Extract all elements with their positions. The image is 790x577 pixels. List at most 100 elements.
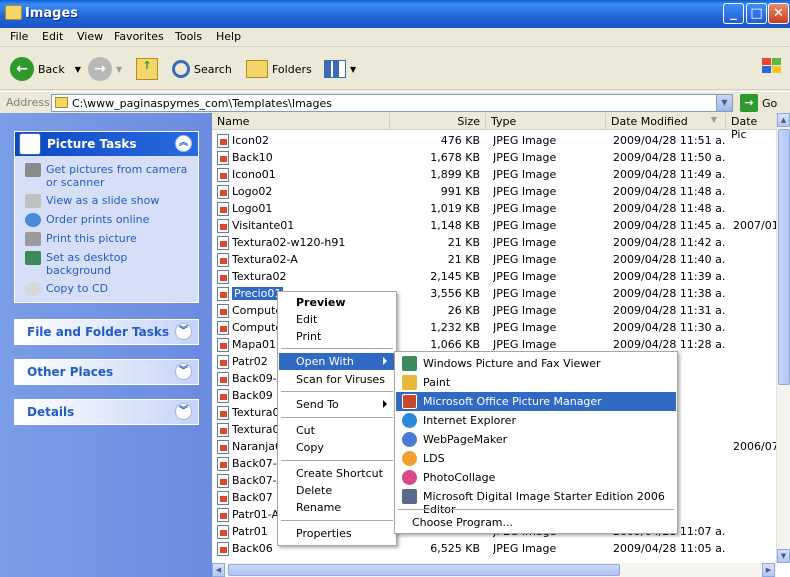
table-row[interactable]: Visitante01 1,148 KB JPEG Image 2009/04/28 … [212, 217, 778, 234]
task-label: View as a slide show [46, 194, 160, 207]
table-row[interactable]: Textura02-A 21 KB JPEG Image 2009/04/28 11:… [212, 251, 778, 268]
minimize-button[interactable]: _ [723, 3, 744, 24]
task-slide-show[interactable]: View as a slide show [15, 191, 198, 210]
search-icon [172, 60, 190, 78]
menu-item-send-to[interactable]: Send To [279, 396, 395, 413]
open-with-digital-image[interactable]: Microsoft Digital Image Starter Edition … [396, 487, 676, 516]
menu-item-cut[interactable]: Cut [279, 422, 395, 439]
menu-bar: File Edit View Favorites Tools Help [0, 28, 790, 73]
menu-item-preview[interactable]: Preview [279, 294, 395, 311]
picture-tasks-header[interactable]: Picture Tasks ︽ [15, 132, 198, 156]
back-label: Back [38, 62, 65, 76]
menu-edit[interactable]: Edit [42, 30, 63, 43]
digital-image-icon [402, 489, 417, 504]
file-folder-tasks-panel[interactable]: File and Folder Tasks ︾ [14, 319, 199, 345]
expand-icon[interactable]: ︾ [175, 403, 192, 420]
address-input[interactable]: C:\www_paginaspymes_com\Templates\Images… [51, 94, 733, 112]
vertical-scrollbar[interactable]: ▲ ▼ [776, 113, 790, 563]
jpeg-file-icon [217, 508, 229, 522]
open-with-photocollage[interactable]: PhotoCollage [396, 468, 676, 487]
horizontal-scrollbar[interactable]: ◀ ▶ [212, 563, 776, 577]
open-with-lds[interactable]: LDS [396, 449, 676, 468]
table-row[interactable]: Logo01 1,019 KB JPEG Image 2009/04/28 11:48… [212, 200, 778, 217]
menu-help[interactable]: Help [216, 30, 241, 43]
menu-item-rename[interactable]: Rename [279, 499, 395, 516]
other-places-panel[interactable]: Other Places ︾ [14, 359, 199, 385]
task-set-desktop[interactable]: Set as desktop background [15, 248, 198, 279]
jpeg-file-icon [217, 440, 229, 454]
close-button[interactable]: ✕ [768, 3, 789, 24]
address-dropdown-button[interactable]: ▼ [716, 95, 732, 111]
jpeg-file-icon [217, 134, 229, 148]
up-folder-button[interactable]: ↑ [136, 56, 158, 82]
column-date-picture[interactable]: Date Pic [726, 113, 778, 141]
picture-viewer-icon [402, 356, 417, 371]
expand-icon[interactable]: ︾ [175, 363, 192, 380]
table-row[interactable]: Icon02 476 KB JPEG Image 2009/04/28 11:51 a… [212, 132, 778, 149]
expand-icon[interactable]: ︾ [175, 323, 192, 340]
file-size: 2,145 KB [430, 270, 480, 283]
table-row[interactable]: Icono01 1,899 KB JPEG Image 2009/04/28 11:4… [212, 166, 778, 183]
choose-program[interactable]: Choose Program... [396, 513, 676, 532]
jpeg-file-icon [217, 389, 229, 403]
menu-tools[interactable]: Tools [175, 30, 202, 43]
maximize-button[interactable]: □ [746, 3, 767, 24]
task-copy-cd[interactable]: Copy to CD [15, 279, 198, 298]
scroll-right-button[interactable]: ▶ [762, 563, 775, 577]
column-name[interactable]: Name [212, 113, 390, 130]
file-date-modified: 2009/04/28 11:50 a... [613, 151, 725, 164]
file-size: 1,232 KB [430, 321, 480, 334]
menu-item-create-shortcut[interactable]: Create Shortcut [279, 465, 395, 482]
scroll-thumb[interactable] [228, 564, 620, 576]
go-arrow-icon: → [740, 94, 758, 112]
column-size[interactable]: Size [390, 113, 486, 130]
menu-item-edit[interactable]: Edit [279, 311, 395, 328]
column-type[interactable]: Type [486, 113, 606, 130]
column-date-modified[interactable]: Date Modified ▼ [606, 113, 726, 130]
globe-icon [25, 213, 41, 227]
menu-item-print[interactable]: Print [279, 328, 395, 345]
scroll-thumb[interactable] [778, 129, 790, 385]
details-panel[interactable]: Details ︾ [14, 399, 199, 425]
file-name: Icon02 [232, 134, 269, 147]
menu-item-delete[interactable]: Delete [279, 482, 395, 499]
menu-item-scan-viruses[interactable]: Scan for Viruses [279, 371, 395, 388]
table-row[interactable]: Back10 1,678 KB JPEG Image 2009/04/28 11:50… [212, 149, 778, 166]
menu-item-open-with[interactable]: Open With [279, 353, 395, 370]
table-row[interactable]: Logo02 991 KB JPEG Image 2009/04/28 11:48 a… [212, 183, 778, 200]
sort-arrow-icon: ▼ [710, 115, 717, 124]
open-with-internet-explorer[interactable]: Internet Explorer [396, 411, 676, 430]
search-button[interactable]: Search [172, 56, 232, 82]
views-button[interactable]: ▼ [324, 56, 356, 82]
table-row[interactable]: Textura02 2,145 KB JPEG Image 2009/04/28 11… [212, 268, 778, 285]
file-size: 6,525 KB [430, 542, 480, 555]
back-button[interactable]: ← Back ▼ [10, 56, 81, 82]
folders-button[interactable]: Folders [246, 56, 312, 82]
task-order-prints[interactable]: Order prints online [15, 210, 198, 229]
context-menu: Preview Edit Print Open With Scan for Vi… [277, 291, 397, 546]
menu-file[interactable]: File [10, 30, 28, 43]
go-button[interactable]: → Go [740, 94, 777, 112]
jpeg-file-icon [217, 457, 229, 471]
forward-button[interactable]: → ▼ [88, 56, 122, 82]
task-get-pictures[interactable]: Get pictures from camera or scanner [15, 160, 198, 191]
menu-view[interactable]: View [77, 30, 103, 43]
open-with-webpagemaker[interactable]: WebPageMaker [396, 430, 676, 449]
toolbar: ← Back ▼ → ▼ ↑ Search Folders ▼ [0, 48, 790, 90]
task-print-picture[interactable]: Print this picture [15, 229, 198, 248]
collapse-icon[interactable]: ︽ [175, 135, 192, 152]
open-with-paint[interactable]: Paint [396, 373, 676, 392]
menu-item-properties[interactable]: Properties [279, 525, 395, 542]
open-with-picture-viewer[interactable]: Windows Picture and Fax Viewer [396, 354, 676, 373]
scroll-left-button[interactable]: ◀ [212, 563, 225, 577]
scroll-up-button[interactable]: ▲ [777, 113, 790, 127]
menu-favorites[interactable]: Favorites [114, 30, 164, 43]
menu-item-copy[interactable]: Copy [279, 439, 395, 456]
table-row[interactable]: Textura02-w120-h91 21 KB JPEG Image 2009/04… [212, 234, 778, 251]
open-with-picture-manager[interactable]: Microsoft Office Picture Manager [396, 392, 676, 411]
jpeg-file-icon [217, 355, 229, 369]
desktop-icon [25, 251, 41, 265]
scroll-down-button[interactable]: ▼ [777, 549, 790, 563]
submenu-arrow-icon [383, 400, 387, 408]
task-label: Order prints online [46, 213, 150, 226]
